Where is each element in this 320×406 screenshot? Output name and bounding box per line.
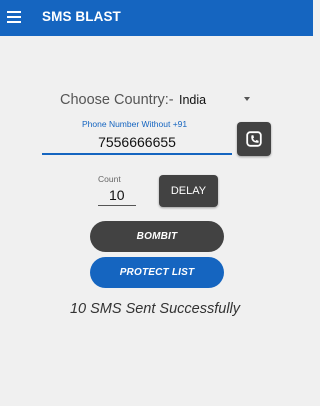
country-label: Choose Country:- [60, 92, 174, 108]
app-screen: SMS BLAST Choose Country:- India Phone N… [0, 0, 313, 406]
contact-phone-icon [246, 131, 262, 147]
status-message: 10 SMS Sent Successfully [69, 301, 241, 317]
country-selected-value: India [179, 93, 207, 107]
hamburger-menu-icon[interactable] [7, 11, 21, 23]
count-input[interactable] [98, 184, 136, 206]
app-bar: SMS BLAST [0, 0, 313, 36]
dropdown-arrow-icon [244, 97, 250, 101]
bombit-button[interactable]: BOMBIT [90, 221, 224, 252]
country-dropdown[interactable]: India [172, 90, 256, 110]
phone-number-input[interactable] [42, 131, 232, 155]
delay-button[interactable]: DELAY [159, 175, 218, 207]
app-title: SMS BLAST [42, 9, 121, 24]
count-hint: Count [98, 174, 121, 184]
contact-picker-button[interactable] [237, 122, 271, 156]
protect-list-button[interactable]: PROTECT LIST [90, 257, 224, 288]
phone-hint: Phone Number Without +91 [82, 119, 188, 129]
